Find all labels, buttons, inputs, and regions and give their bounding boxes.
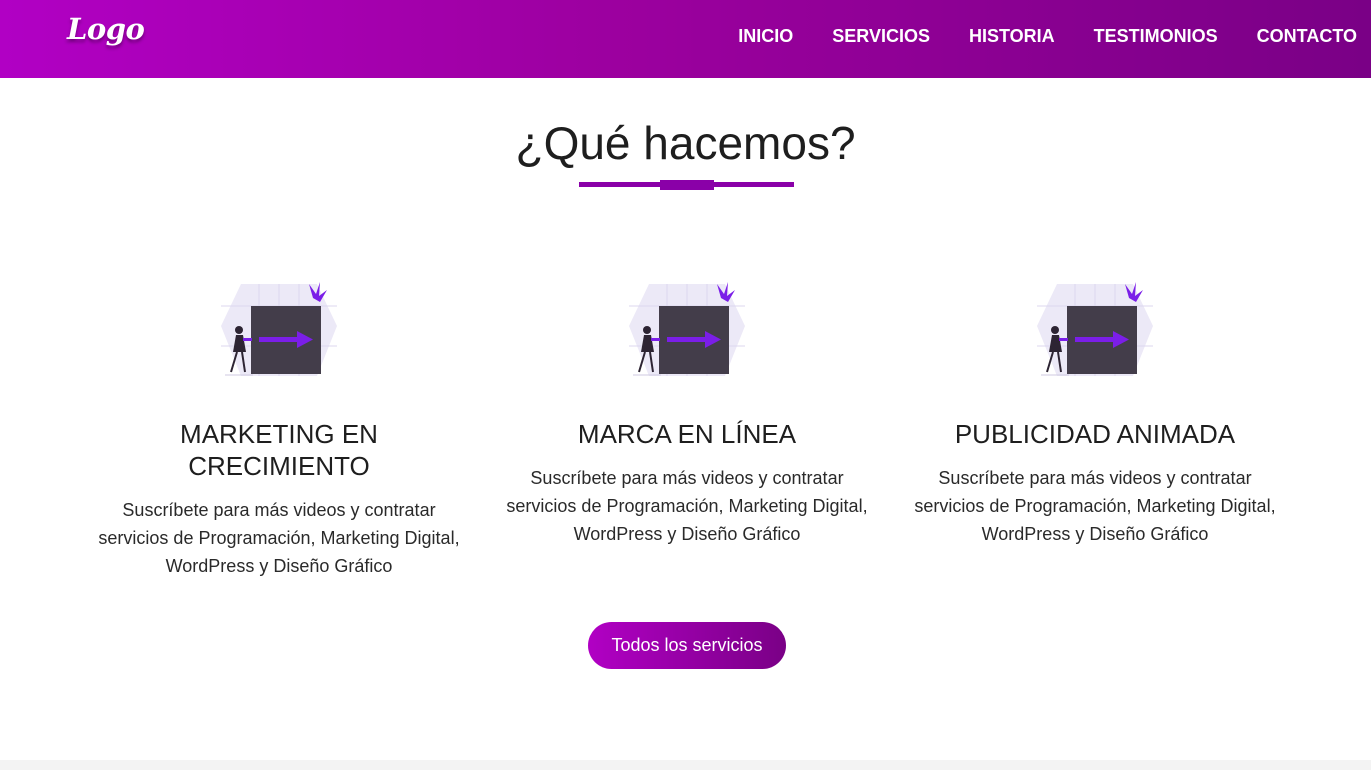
card-title: MARCA EN LÍNEA bbox=[577, 419, 797, 449]
service-card-marketing: MARKETING EN CRECIMIENTO Suscríbete para… bbox=[89, 280, 469, 580]
logo[interactable]: Logo bbox=[67, 12, 145, 46]
card-description: Suscríbete para más videos y contratar s… bbox=[506, 468, 868, 544]
main-nav: INICIO SERVICIOS HISTORIA TESTIMONIOS CO… bbox=[738, 25, 1357, 47]
illustration-woman-pushing-box-icon bbox=[221, 282, 337, 376]
footer-strip bbox=[0, 760, 1371, 770]
nav-link-inicio[interactable]: INICIO bbox=[738, 25, 793, 47]
card-description: Suscríbete para más videos y contratar s… bbox=[98, 500, 460, 576]
nav-link-contacto[interactable]: CONTACTO bbox=[1257, 25, 1357, 47]
illustration-woman-pushing-box-icon bbox=[629, 282, 745, 376]
nav-link-historia[interactable]: HISTORIA bbox=[969, 25, 1055, 47]
navbar: Logo INICIO SERVICIOS HISTORIA TESTIMONI… bbox=[0, 0, 1371, 78]
service-card-publicidad: PUBLICIDAD ANIMADA Suscríbete para más v… bbox=[905, 280, 1285, 548]
card-description: Suscríbete para más videos y contratar s… bbox=[914, 468, 1276, 544]
nav-link-servicios[interactable]: SERVICIOS bbox=[832, 25, 930, 47]
title-underline-accent bbox=[660, 180, 714, 190]
card-title: MARKETING EN CRECIMIENTO bbox=[180, 419, 378, 481]
all-services-button[interactable]: Todos los servicios bbox=[588, 622, 786, 669]
illustration-woman-pushing-box-icon bbox=[1037, 282, 1153, 376]
section-title: ¿Qué hacemos? bbox=[515, 117, 856, 169]
nav-link-testimonios[interactable]: TESTIMONIOS bbox=[1094, 25, 1218, 47]
service-card-marca: MARCA EN LÍNEA Suscríbete para más video… bbox=[497, 280, 877, 548]
card-title: PUBLICIDAD ANIMADA bbox=[954, 419, 1236, 449]
